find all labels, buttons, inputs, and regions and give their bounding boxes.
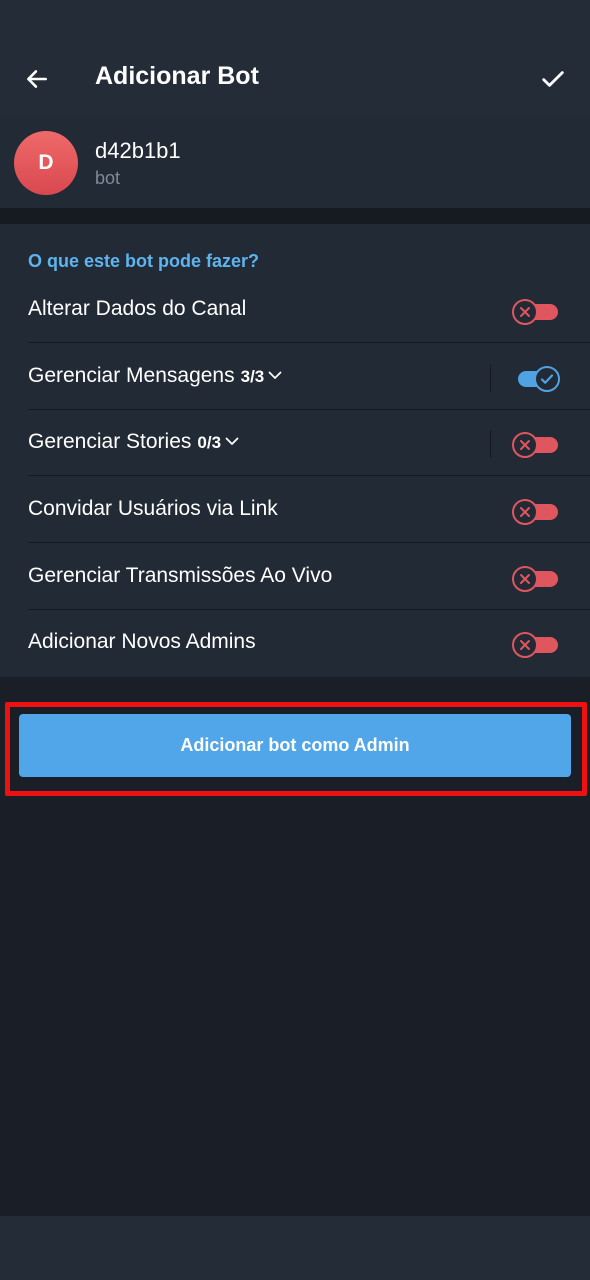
arrow-left-icon [27, 70, 47, 88]
back-button[interactable] [18, 60, 56, 98]
x-icon [520, 507, 530, 517]
chevron-down-icon[interactable] [225, 436, 239, 446]
permission-toggle[interactable] [512, 364, 560, 392]
permission-label: Alterar Dados do Canal [28, 297, 247, 320]
permission-row-invite-users-via-link[interactable]: Convidar Usuários via Link [0, 477, 590, 543]
page-title: Adicionar Bot [95, 62, 259, 90]
permission-toggle[interactable] [512, 630, 558, 658]
x-icon [520, 640, 530, 650]
add-bot-as-admin-button[interactable]: Adicionar bot como Admin [19, 714, 571, 777]
permission-count: 3/3 [240, 367, 265, 386]
permission-row-change-channel-info[interactable]: Alterar Dados do Canal [0, 277, 590, 343]
section-divider [0, 208, 590, 224]
bot-info-card: D d42b1b1 bot [0, 116, 590, 208]
system-nav-bar [0, 1216, 590, 1280]
check-icon [542, 71, 564, 87]
app-header: Adicionar Bot [0, 40, 590, 116]
permission-label: Adicionar Novos Admins [28, 630, 256, 653]
bot-subtitle: bot [95, 168, 121, 188]
permission-label: Gerenciar Transmissões Ao Vivo [28, 564, 333, 587]
x-icon [520, 440, 530, 450]
permission-toggle[interactable] [512, 430, 558, 458]
permission-label: Gerenciar Stories 0/3 [28, 430, 239, 454]
chevron-down-icon[interactable] [268, 370, 282, 380]
permission-label: Gerenciar Mensagens 3/3 [28, 364, 282, 388]
permission-toggle[interactable] [512, 497, 558, 525]
permission-label: Convidar Usuários via Link [28, 497, 278, 520]
permission-count: 0/3 [197, 433, 222, 452]
permission-row-add-new-admins[interactable]: Adicionar Novos Admins [0, 610, 590, 676]
permission-toggle[interactable] [512, 564, 558, 592]
avatar: D [14, 131, 78, 195]
permission-row-manage-stories[interactable]: Gerenciar Stories 0/3 [0, 410, 590, 476]
permission-row-manage-live-streams[interactable]: Gerenciar Transmissões Ao Vivo [0, 544, 590, 610]
x-icon [520, 307, 530, 317]
x-icon [520, 574, 530, 584]
section-title: O que este bot pode fazer? [28, 251, 260, 271]
permissions-section: O que este bot pode fazer? Alterar Dados… [0, 224, 590, 677]
permission-toggle[interactable] [512, 297, 558, 325]
bot-name: d42b1b1 [95, 138, 181, 163]
permission-row-manage-messages[interactable]: Gerenciar Mensagens 3/3 [0, 344, 590, 410]
check-icon [540, 374, 554, 384]
status-bar [0, 0, 590, 40]
confirm-button[interactable] [534, 60, 572, 98]
